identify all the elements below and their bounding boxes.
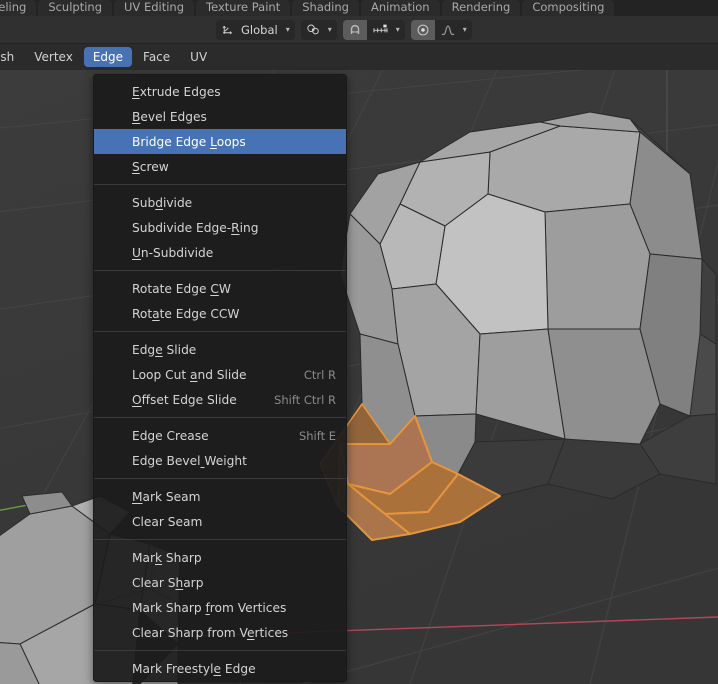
menu-face[interactable]: Face: [134, 47, 179, 67]
workspace-tab-modeling[interactable]: Modeling: [0, 0, 37, 16]
menu-mesh[interactable]: esh: [0, 47, 23, 67]
menu-item-bevel-edges[interactable]: Bevel Edges: [94, 104, 346, 129]
menu-separator: [94, 478, 346, 479]
menu-item-shortcut: Ctrl R: [303, 367, 336, 382]
transform-orientation-value: Global: [241, 22, 278, 37]
workspace-tab-sculpting[interactable]: Sculpting: [38, 0, 113, 16]
menu-item-label: Extrude Edges: [132, 84, 221, 99]
menu-item-mark-freestyle-edge[interactable]: Mark Freestyle Edge: [94, 656, 346, 681]
menu-separator: [94, 184, 346, 185]
workspace-tab-shading[interactable]: Shading: [292, 0, 359, 16]
menu-item-edge-bevel-weight[interactable]: Edge Bevel Weight: [94, 448, 346, 473]
menu-item-label: Subdivide Edge-Ring: [132, 220, 259, 235]
menu-item-subdivide[interactable]: Subdivide: [94, 190, 346, 215]
menu-item-rotate-edge-cw[interactable]: Rotate Edge CW: [94, 276, 346, 301]
mesh-menu-bar: esh Vertex Edge Face UV: [0, 44, 718, 70]
menu-item-label: Clear Sharp from Vertices: [132, 625, 289, 640]
workspace-tab-compositing[interactable]: Compositing: [522, 0, 615, 16]
chevron-down-icon[interactable]: ▾: [461, 25, 472, 34]
workspace-tab-rendering[interactable]: Rendering: [441, 0, 521, 16]
menu-item-label: Mark Sharp: [132, 550, 202, 565]
menu-item-label: Subdivide: [132, 195, 193, 210]
workspace-tab-animation[interactable]: Animation: [360, 0, 440, 16]
menu-item-loop-cut-and-slide[interactable]: Loop Cut and Slide Ctrl R: [94, 362, 346, 387]
menu-item-label: Un-Subdivide: [132, 245, 214, 260]
proportional-editing-icon[interactable]: [410, 19, 435, 40]
menu-item-label: Screw: [132, 159, 169, 174]
chevron-down-icon[interactable]: ▾: [326, 25, 337, 34]
menu-separator: [94, 331, 346, 332]
menu-item-rotate-edge-ccw[interactable]: Rotate Edge CCW: [94, 301, 346, 326]
menu-item-bridge-edge-loops[interactable]: Bridge Edge Loops: [94, 129, 346, 154]
menu-item-extrude-edges[interactable]: Extrude Edges: [94, 79, 346, 104]
blender-window: Modeling Sculpting UV Editing Texture Pa…: [0, 0, 718, 684]
chevron-down-icon[interactable]: ▾: [394, 25, 405, 34]
menu-item-edge-crease[interactable]: Edge Crease Shift E: [94, 423, 346, 448]
mesh-faceted-sphere[interactable]: [319, 111, 717, 541]
menu-item-label: Loop Cut and Slide: [132, 367, 247, 382]
menu-item-label: Rotate Edge CCW: [132, 306, 240, 321]
menu-item-subdivide-edge-ring[interactable]: Subdivide Edge-Ring: [94, 215, 346, 240]
workspace-tab-bar: Modeling Sculpting UV Editing Texture Pa…: [0, 0, 718, 16]
menu-item-label: Rotate Edge CW: [132, 281, 231, 296]
menu-item-clear-sharp-from-vertices[interactable]: Clear Sharp from Vertices: [94, 620, 346, 645]
falloff-curve-icon[interactable]: [435, 20, 461, 40]
menu-item-label: Mark Freestyle Edge: [132, 661, 256, 676]
menu-item-label: Edge Slide: [132, 342, 197, 357]
snap-increment-icon[interactable]: [367, 20, 394, 40]
menu-item-offset-edge-slide[interactable]: Offset Edge Slide Shift Ctrl R: [94, 387, 346, 412]
menu-uv[interactable]: UV: [181, 47, 216, 67]
menu-separator: [94, 270, 346, 271]
menu-item-mark-sharp[interactable]: Mark Sharp: [94, 545, 346, 570]
menu-item-shortcut: Shift Ctrl R: [274, 392, 336, 407]
menu-item-label: Bevel Edges: [132, 109, 207, 124]
menu-edge[interactable]: Edge: [83, 47, 133, 67]
menu-item-label: Clear Sharp: [132, 575, 204, 590]
menu-item-label: Mark Sharp from Vertices: [132, 600, 287, 615]
chevron-down-icon[interactable]: ▾: [284, 25, 295, 34]
menu-item-label: Edge Crease: [132, 428, 209, 443]
menu-item-un-subdivide[interactable]: Un-Subdivide: [94, 240, 346, 265]
pivot-point-icon: [301, 20, 326, 40]
menu-separator: [94, 417, 346, 418]
edge-dropdown-menu[interactable]: Extrude Edges Bevel Edges Bridge Edge Loop…: [93, 74, 347, 682]
menu-item-screw[interactable]: Screw: [94, 154, 346, 179]
workspace-tab-texture-paint[interactable]: Texture Paint: [196, 0, 291, 16]
transform-orientation-group[interactable]: Global ▾: [216, 19, 295, 40]
proportional-editing-group[interactable]: ▾: [410, 19, 472, 40]
menu-item-shortcut: Shift E: [298, 428, 336, 443]
workspace-tab-uv-editing[interactable]: UV Editing: [114, 0, 195, 16]
pivot-point-group[interactable]: ▾: [300, 19, 337, 40]
menu-item-label: Bridge Edge Loops: [132, 134, 246, 149]
magnet-icon[interactable]: [342, 19, 367, 40]
menu-item-label: Mark Seam: [132, 489, 201, 504]
menu-separator: [94, 539, 346, 540]
menu-item-mark-sharp-from-vertices[interactable]: Mark Sharp from Vertices: [94, 595, 346, 620]
menu-item-label: Clear Seam: [132, 514, 203, 529]
menu-item-edge-slide[interactable]: Edge Slide: [94, 337, 346, 362]
menu-item-clear-sharp[interactable]: Clear Sharp: [94, 570, 346, 595]
menu-vertex[interactable]: Vertex: [25, 47, 82, 67]
menu-item-label: Offset Edge Slide: [132, 392, 237, 407]
menu-separator: [94, 650, 346, 651]
orientation-axes-icon: [216, 20, 239, 40]
viewport-header: Global ▾ ▾ ▾ ▾: [0, 16, 718, 44]
menu-item-mark-seam[interactable]: Mark Seam: [94, 484, 346, 509]
menu-item-clear-seam[interactable]: Clear Seam: [94, 509, 346, 534]
snapping-group[interactable]: ▾: [342, 19, 405, 40]
menu-item-label: Edge Bevel Weight: [132, 453, 247, 468]
